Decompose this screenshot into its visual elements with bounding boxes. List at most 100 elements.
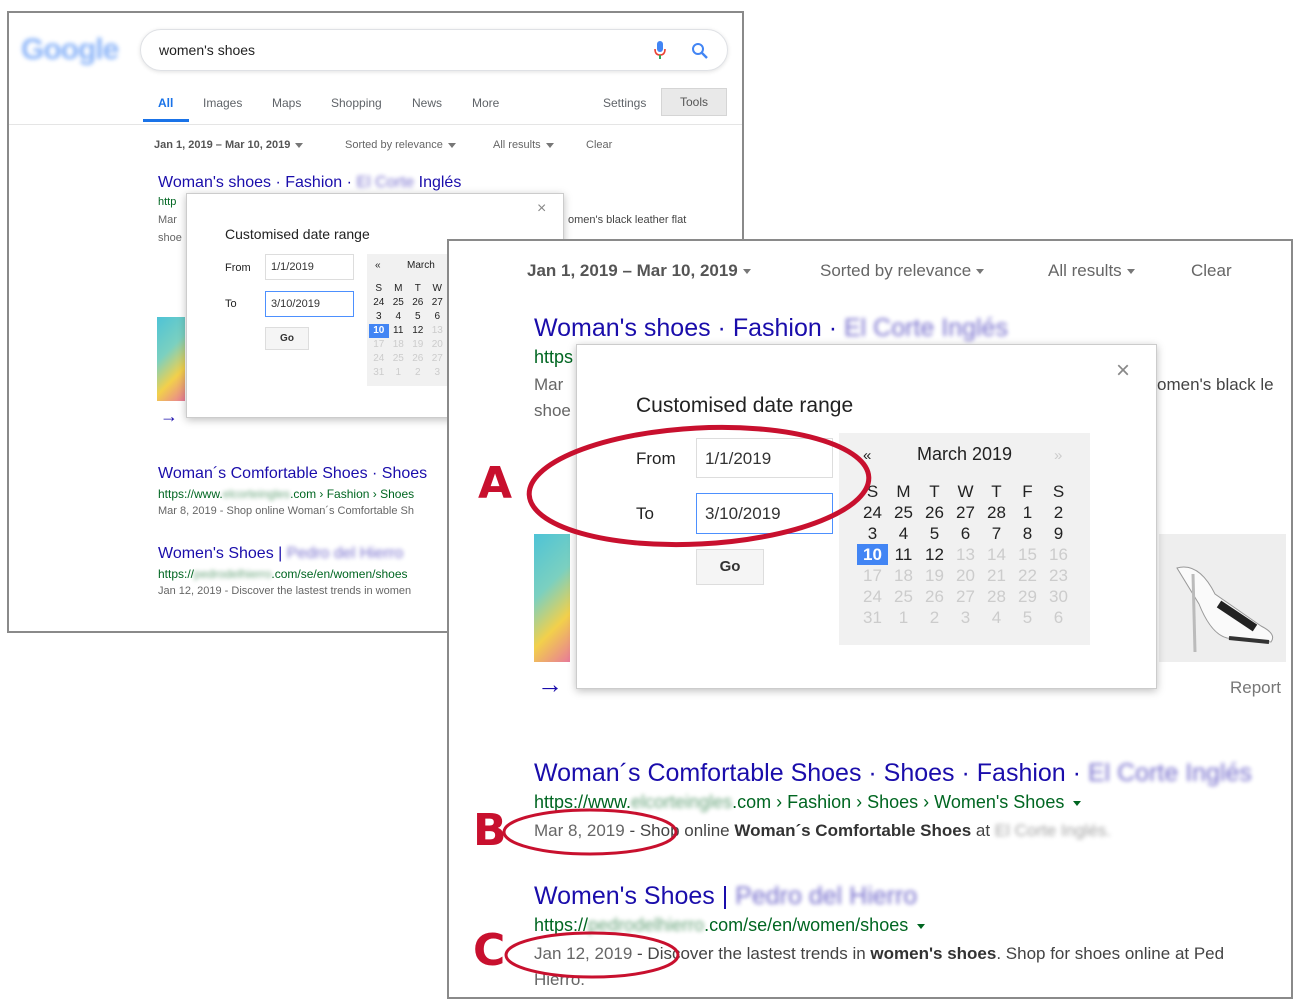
calendar-day[interactable]: 11	[389, 324, 409, 338]
tabs-divider	[9, 124, 742, 125]
result-title[interactable]: Women's Shoes | Pedro del Hierro	[158, 545, 403, 563]
sort-label: Sorted by relevance	[345, 139, 443, 151]
result-url[interactable]: https://pedrodelhierro.com/se/en/women/s…	[158, 567, 408, 581]
calendar-day[interactable]: 9	[1043, 523, 1074, 544]
calendar-day: 24	[863, 587, 882, 606]
result-url[interactable]: https://www.elcorteingles.com › Fashion …	[534, 792, 1082, 813]
arrow-right-icon[interactable]: →	[537, 669, 563, 700]
calendar-day[interactable]: 3	[369, 310, 389, 324]
search-input[interactable]: women's shoes	[159, 42, 255, 58]
tools-button[interactable]: Tools	[661, 88, 727, 116]
weekday-label: M	[394, 283, 403, 294]
settings-link[interactable]: Settings	[603, 96, 646, 110]
snippet-text: at	[971, 821, 995, 840]
tab-images[interactable]: Images	[203, 96, 242, 110]
result-date: Mar 8, 2019	[534, 821, 625, 840]
tab-more[interactable]: More	[472, 96, 499, 110]
calendar-day-selected[interactable]: 10	[857, 544, 888, 565]
calendar-day[interactable]: 2	[1043, 502, 1074, 523]
calendar-day-selected[interactable]: 10	[369, 324, 389, 338]
search-icon[interactable]	[691, 42, 709, 60]
arrow-right-icon[interactable]: →	[160, 406, 178, 427]
microphone-icon[interactable]	[653, 40, 667, 60]
url-prefix: https://www.	[534, 792, 632, 812]
product-image[interactable]	[534, 534, 570, 662]
dropdown-arrow-icon[interactable]	[1073, 800, 1082, 806]
calendar-day[interactable]: 4	[389, 310, 409, 324]
from-date-input[interactable]: 1/1/2019	[265, 254, 354, 280]
tab-news[interactable]: News	[412, 96, 442, 110]
sort-menu[interactable]: Sorted by relevance	[345, 139, 456, 151]
next-month-button[interactable]: »	[1054, 447, 1062, 464]
weekday-label: T	[991, 482, 1002, 501]
prev-month-button[interactable]: «	[863, 447, 871, 464]
annotation-label-b: B	[473, 805, 507, 856]
result-url[interactable]: https://www.elcorteingles.com › Fashion …	[158, 487, 414, 501]
calendar-day[interactable]: 26	[919, 502, 950, 523]
product-image[interactable]	[157, 317, 185, 401]
calendar-day[interactable]: 8	[1012, 523, 1043, 544]
calendar-day[interactable]: 12	[919, 544, 950, 565]
calendar-day[interactable]: 27	[950, 502, 981, 523]
calendar-day[interactable]: 24	[369, 296, 389, 310]
tab-shopping[interactable]: Shopping	[331, 96, 382, 110]
calendar-day[interactable]: 28	[981, 502, 1012, 523]
dropdown-arrow-icon	[295, 142, 304, 148]
search-box[interactable]: women's shoes	[140, 29, 728, 71]
result-title[interactable]: Woman's shoes · Fashion · El Corte Inglé…	[158, 174, 461, 192]
google-logo[interactable]: Google	[21, 33, 119, 67]
close-icon[interactable]: ×	[537, 200, 546, 218]
results-menu[interactable]: All results	[493, 139, 554, 151]
close-icon[interactable]: ×	[1116, 357, 1130, 385]
date-range-menu[interactable]: Jan 1, 2019 – Mar 10, 2019	[154, 139, 304, 151]
result-title[interactable]: Woman's shoes · Fashion · El Corte Inglé…	[534, 314, 1008, 343]
to-label: To	[225, 298, 237, 310]
calendar-day[interactable]: 24	[857, 502, 888, 523]
calendar-day[interactable]: 6	[428, 310, 448, 324]
calendar-day: 17	[863, 566, 882, 585]
calendar-day[interactable]: 4	[888, 523, 919, 544]
result-title[interactable]: Woman´s Comfortable Shoes · Shoes	[158, 465, 427, 483]
result-url[interactable]: https://pedrodelhierro.com/se/en/women/s…	[534, 915, 926, 936]
result-title[interactable]: Women's Shoes | Pedro del Hierro	[534, 882, 917, 911]
calendar-day[interactable]: 26	[408, 296, 428, 310]
tab-all[interactable]: All	[158, 96, 173, 110]
calendar-day[interactable]: 7	[981, 523, 1012, 544]
calendar-day[interactable]: 5	[919, 523, 950, 544]
calendar-day[interactable]: 25	[888, 502, 919, 523]
result-url[interactable]: https	[534, 347, 573, 368]
site-name: El Corte Inglés	[1087, 759, 1252, 787]
go-button[interactable]: Go	[696, 549, 764, 585]
calendar-day[interactable]: 12	[408, 324, 428, 338]
prev-month-button[interactable]: «	[375, 260, 381, 271]
result-url[interactable]: http	[158, 196, 176, 208]
sort-menu[interactable]: Sorted by relevance	[820, 261, 985, 281]
to-date-input[interactable]: 3/10/2019	[265, 291, 354, 317]
calendar-day: 13	[431, 325, 443, 336]
calendar-day[interactable]: 1	[1012, 502, 1043, 523]
dropdown-arrow-icon[interactable]	[917, 923, 926, 929]
go-button[interactable]: Go	[265, 327, 309, 350]
clear-link[interactable]: Clear	[586, 139, 612, 151]
calendar-day: 18	[894, 566, 913, 585]
result-title-text: Woman's shoes · Fashion ·	[534, 314, 844, 342]
calendar-day: 19	[412, 339, 424, 350]
calendar-day[interactable]: 25	[389, 296, 409, 310]
calendar-day[interactable]: 3	[857, 523, 888, 544]
calendar-day[interactable]: 6	[950, 523, 981, 544]
calendar-day[interactable]: 5	[408, 310, 428, 324]
clear-link[interactable]: Clear	[1191, 261, 1232, 281]
month-label: March	[407, 260, 435, 271]
calendar-day[interactable]: 11	[888, 544, 919, 565]
report-link[interactable]: Report	[1230, 678, 1281, 698]
product-image[interactable]	[1159, 534, 1286, 662]
tab-maps[interactable]: Maps	[272, 96, 301, 110]
to-date-input[interactable]: 3/10/2019	[696, 493, 833, 534]
result-title[interactable]: Woman´s Comfortable Shoes · Shoes · Fash…	[534, 759, 1252, 788]
calendar-day: 29	[1018, 587, 1037, 606]
from-date-input[interactable]: 1/1/2019	[696, 438, 833, 478]
calendar-day: 3	[434, 367, 441, 378]
date-range-menu[interactable]: Jan 1, 2019 – Mar 10, 2019	[527, 261, 751, 281]
calendar-day[interactable]: 27	[428, 296, 448, 310]
results-menu[interactable]: All results	[1048, 261, 1135, 281]
